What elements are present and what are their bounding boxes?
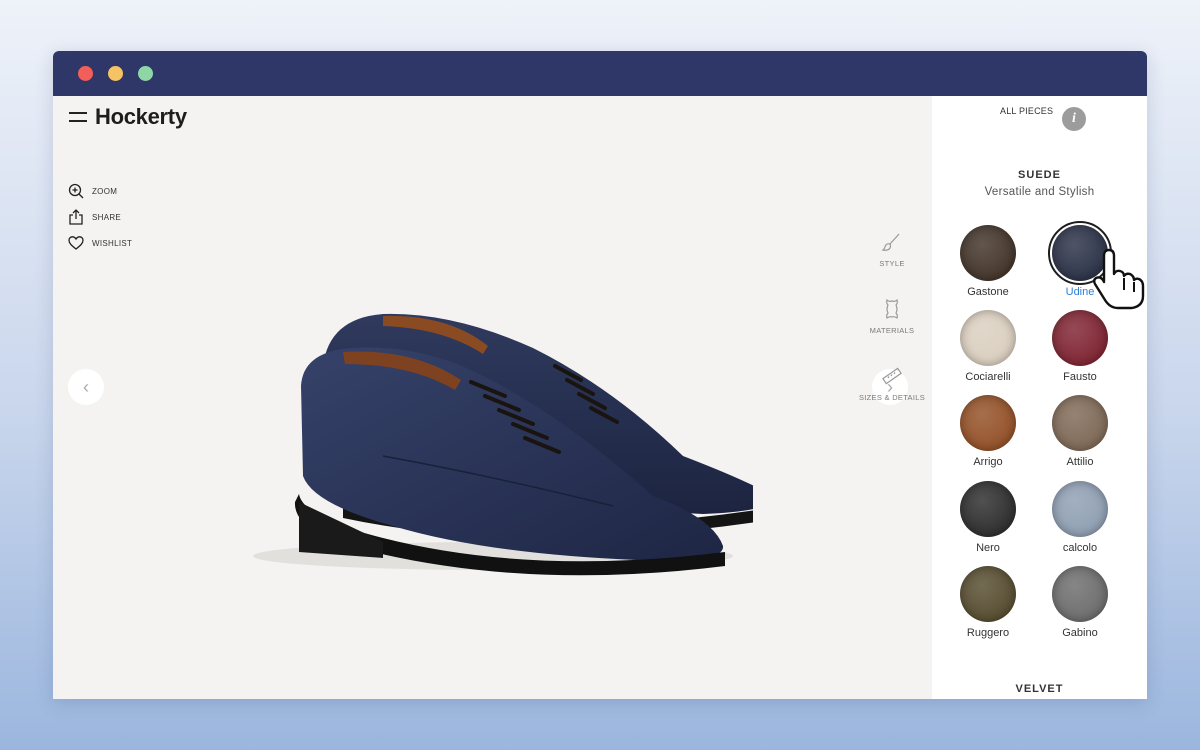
- hand-pointer-cursor-icon: [1093, 248, 1145, 310]
- fabric-panel: ALL PIECES i SUEDE Versatile and Stylish…: [932, 96, 1147, 699]
- brush-icon: [881, 233, 900, 251]
- swatch-name: Gastone: [967, 286, 1009, 298]
- wishlist-label: WISHLIST: [92, 238, 133, 248]
- fabric-swatch-attilio[interactable]: Attilio: [1034, 395, 1126, 468]
- chevron-left-icon: ‹: [83, 376, 89, 397]
- fabric-swatch-fausto[interactable]: Fausto: [1034, 310, 1126, 383]
- swatch-color: [1052, 481, 1108, 537]
- swatch-color: [960, 395, 1016, 451]
- swatch-name: Attilio: [1066, 456, 1094, 468]
- ruler-icon: [882, 367, 902, 385]
- close-window-button[interactable]: [78, 66, 93, 81]
- brand-header: Hockerty: [69, 104, 187, 130]
- swatch-name: Ruggero: [966, 627, 1010, 639]
- browser-window: Hockerty ZOOM SHARE WISHLIST ‹ › STYLE M…: [53, 51, 1147, 699]
- viewer-tools: ZOOM SHARE WISHLIST: [68, 178, 132, 256]
- previous-image-button[interactable]: ‹: [68, 369, 104, 405]
- all-pieces-link[interactable]: ALL PIECES: [1000, 106, 1053, 116]
- swatch-color: [1052, 566, 1108, 622]
- wishlist-button[interactable]: WISHLIST: [68, 230, 132, 256]
- swatch-color: [1052, 395, 1108, 451]
- section-title-suede: SUEDE: [1018, 169, 1061, 181]
- fabric-swatch-ruggero[interactable]: Ruggero: [942, 566, 1034, 639]
- share-label: SHARE: [92, 212, 122, 222]
- swatch-name: Gabino: [1062, 627, 1098, 639]
- fabric-swatch-calcolo[interactable]: calcolo: [1034, 481, 1126, 554]
- fabric-swatch-cociarelli[interactable]: Cociarelli: [942, 310, 1034, 383]
- swatch-name: Cociarelli: [965, 371, 1011, 383]
- heart-icon: [68, 236, 84, 250]
- swatch-color: [960, 225, 1016, 281]
- fabric-swatch-gastone[interactable]: Gastone: [942, 225, 1034, 298]
- swatch-name: Fausto: [1063, 371, 1097, 383]
- nav-sizes-label: SIZES & DETAILS: [858, 393, 926, 402]
- nav-sizes-details[interactable]: SIZES & DETAILS: [849, 365, 935, 402]
- nav-style-label: STYLE: [879, 259, 905, 268]
- section-subtitle-suede: Versatile and Stylish: [984, 186, 1095, 198]
- product-viewer: Hockerty ZOOM SHARE WISHLIST ‹ › STYLE M…: [53, 96, 932, 699]
- swatch-color: [1052, 310, 1108, 366]
- swatch-name: calcolo: [1062, 542, 1098, 554]
- swatch-name: Arrigo: [973, 456, 1003, 468]
- swatch-color: [960, 310, 1016, 366]
- zoom-label: ZOOM: [92, 186, 118, 196]
- zoom-button[interactable]: ZOOM: [68, 178, 132, 204]
- title-bar: [53, 51, 1147, 96]
- fabric-swatch-gabino[interactable]: Gabino: [1034, 566, 1126, 639]
- maximize-window-button[interactable]: [138, 66, 153, 81]
- section-title-velvet: VELVET: [1015, 683, 1064, 695]
- swatch-color: [960, 481, 1016, 537]
- minimize-window-button[interactable]: [108, 66, 123, 81]
- swatch-color: [960, 566, 1016, 622]
- fabric-swatch-nero[interactable]: Nero: [942, 481, 1034, 554]
- share-button[interactable]: SHARE: [68, 204, 132, 230]
- fabric-swatch-arrigo[interactable]: Arrigo: [942, 395, 1034, 468]
- leather-hide-icon: [886, 298, 898, 319]
- nav-materials-label: MATERIALS: [869, 326, 915, 335]
- info-icon[interactable]: i: [1062, 107, 1086, 131]
- product-shoe-image: [253, 313, 753, 576]
- logo[interactable]: Hockerty: [95, 104, 187, 130]
- share-icon: [69, 209, 83, 225]
- hamburger-icon[interactable]: [69, 111, 87, 123]
- nav-style[interactable]: STYLE: [849, 231, 935, 268]
- zoom-in-icon: [68, 183, 84, 199]
- customizer-nav: STYLE MATERIALS SIZES & DETAILS: [849, 231, 935, 402]
- swatch-name: Nero: [976, 542, 1000, 554]
- nav-materials[interactable]: MATERIALS: [849, 298, 935, 335]
